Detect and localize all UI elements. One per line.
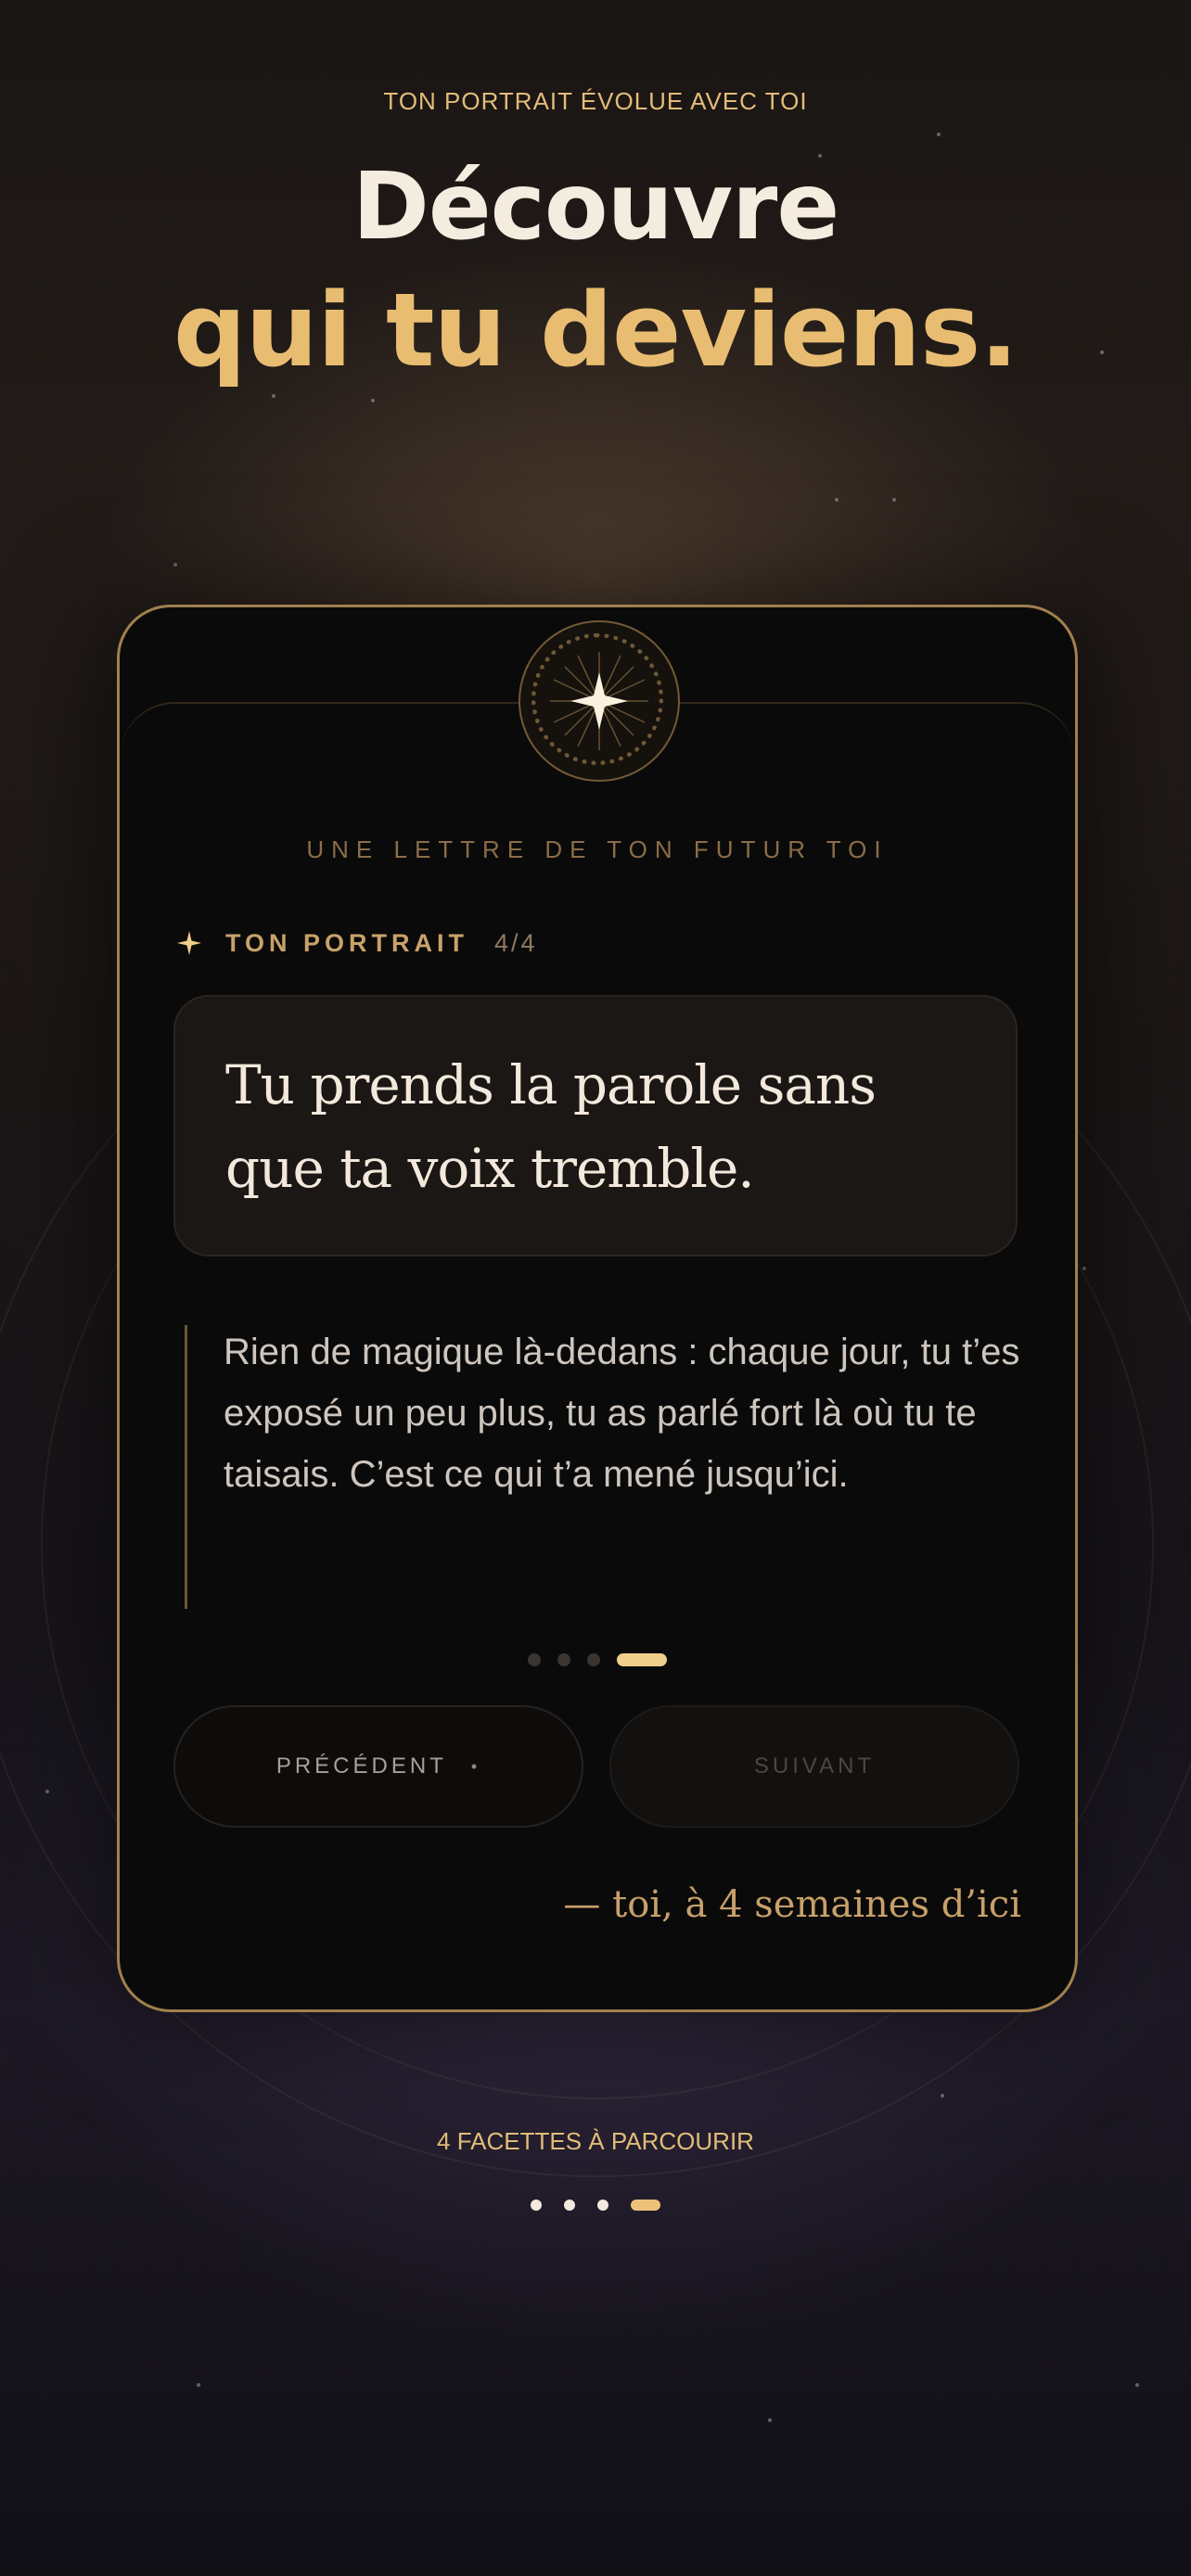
quote-box: Tu prends la parole sans que ta voix tre… [173,995,1018,1256]
pager-dot[interactable] [528,1653,541,1666]
previous-button-label: PRÉCÉDENT [275,1753,447,1779]
pager-dot[interactable] [557,1653,570,1666]
compass-star-icon [519,620,680,782]
letter-card: UNE LETTRE DE TON FUTUR TOI TON PORTRAIT… [117,605,1078,2012]
eyebrow-text: TON PORTRAIT ÉVOLUE AVEC TOI [383,87,808,115]
quote-text: Tu prends la parole sans que ta voix tre… [225,1053,877,1200]
dot-icon: • [470,1756,481,1776]
portrait-label: TON PORTRAIT [225,928,468,957]
next-button[interactable]: SUIVANT [609,1705,1019,1828]
previous-button[interactable]: PRÉCÉDENT • [173,1705,583,1828]
pager-dot-active[interactable] [617,1653,667,1666]
title-line-2: qui tu deviens. [173,271,1018,389]
signature: — toi, à 4 semaines d’ici [563,1883,1021,1926]
sparkle-icon [177,931,201,955]
title-line-1: Découvre [352,152,839,261]
pager-dot[interactable] [587,1653,600,1666]
card-pager [120,1653,1075,1666]
portrait-row: TON PORTRAIT 4/4 [175,925,538,962]
facettes-pager [0,2200,1191,2211]
facette-dot[interactable] [531,2200,542,2211]
portrait-count: 4/4 [494,928,538,957]
facette-dot[interactable] [597,2200,608,2211]
next-button-label: SUIVANT [753,1753,876,1779]
facettes-label: 4 FACETTES À PARCOURIR [437,2127,754,2155]
letter-label: UNE LETTRE DE TON FUTUR TOI [306,835,889,863]
body-accent-bar [185,1325,187,1609]
facette-dot-active[interactable] [631,2200,660,2211]
facette-dot[interactable] [564,2200,575,2211]
body-text: Rien de magique là-dedans : chaque jour,… [224,1332,1020,1495]
